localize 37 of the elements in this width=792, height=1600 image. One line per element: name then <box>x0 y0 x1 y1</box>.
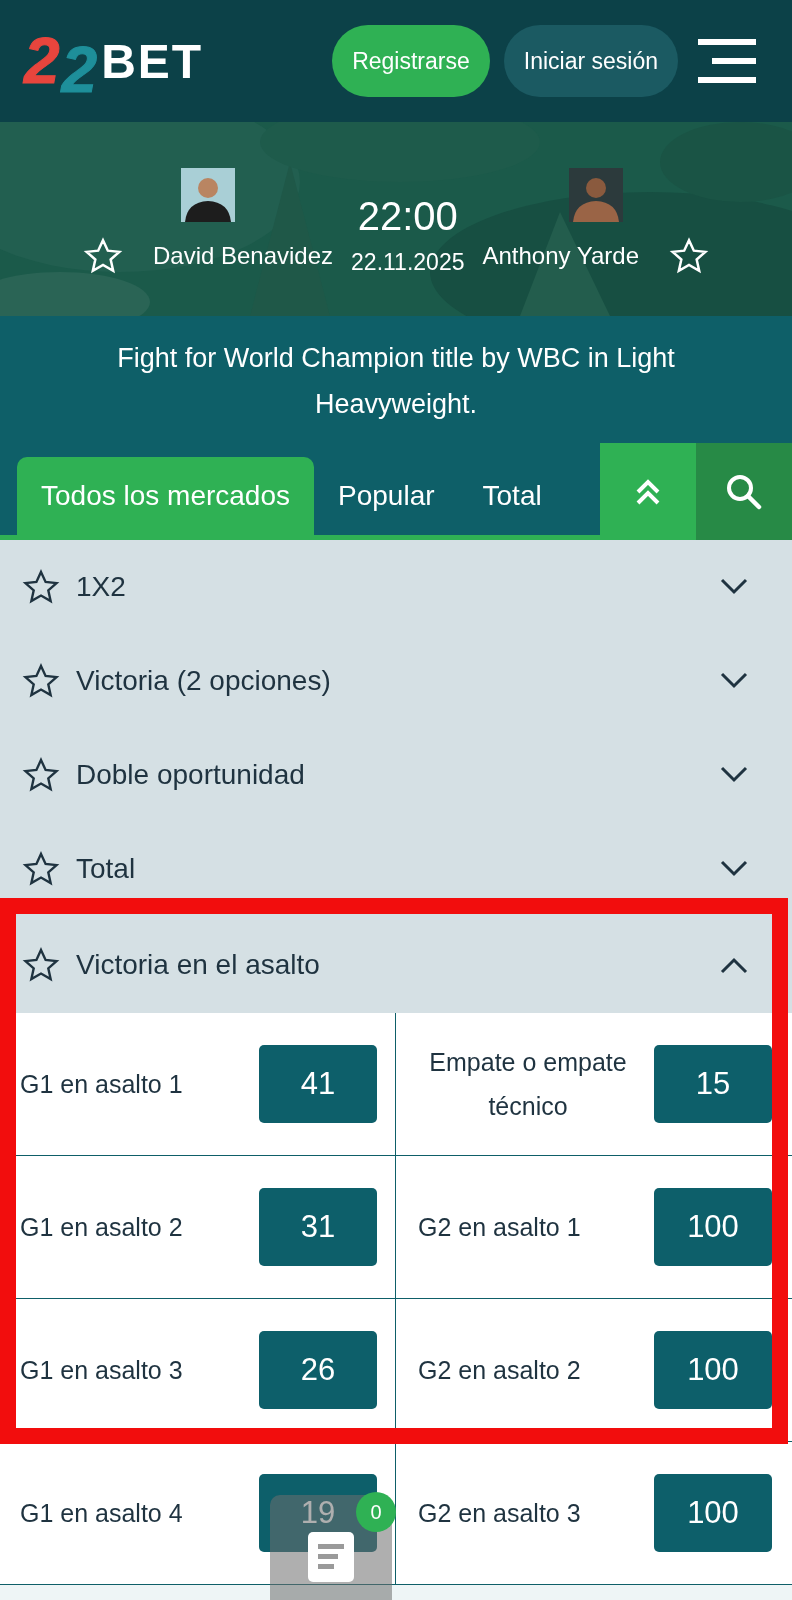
outcome-label: Empate o empate técnico <box>428 1047 628 1122</box>
market-header[interactable]: Doble oportunidad <box>0 728 792 822</box>
odds-button[interactable]: 100 <box>654 1188 772 1266</box>
market-tab[interactable]: Popular <box>314 457 459 535</box>
star-icon[interactable] <box>22 850 60 888</box>
market-tab[interactable]: Total <box>458 457 566 535</box>
outcome-label: G1 en asalto 1 <box>20 1069 183 1100</box>
odds-button[interactable]: 15 <box>654 1045 772 1123</box>
chevron-icon <box>720 766 748 784</box>
star-icon[interactable] <box>22 662 60 700</box>
outcome-label: G1 en asalto 2 <box>20 1212 183 1243</box>
odds-button[interactable]: 31 <box>259 1188 377 1266</box>
market-header[interactable]: 1X2 <box>0 540 792 634</box>
star-icon[interactable] <box>22 568 60 606</box>
chevron-icon <box>720 860 748 878</box>
bet-slip-button[interactable] <box>270 1495 392 1600</box>
outcome-label: G2 en asalto 1 <box>418 1212 581 1243</box>
chevron-icon <box>720 672 748 690</box>
market-header[interactable]: Victoria (2 opciones) <box>0 634 792 728</box>
star-icon[interactable] <box>22 945 60 984</box>
odds-button[interactable]: 100 <box>654 1331 772 1409</box>
outcome-label: G1 en asalto 4 <box>20 1498 183 1529</box>
document-icon <box>308 1532 354 1582</box>
chevron-icon <box>720 578 748 596</box>
chevron-icon <box>720 955 748 974</box>
odds-button[interactable]: 100 <box>654 1474 772 1552</box>
odds-button[interactable]: 41 <box>259 1045 377 1123</box>
menu-icon[interactable] <box>698 39 756 83</box>
outcome-label: G2 en asalto 2 <box>418 1355 581 1386</box>
event-description: Fight for World Champion title by WBC in Light Heavyweight. <box>116 341 676 421</box>
odds-button[interactable]: 26 <box>259 1331 377 1409</box>
outcome-label: G1 en asalto 3 <box>20 1355 183 1386</box>
search-button[interactable] <box>696 443 792 540</box>
star-icon[interactable] <box>22 756 60 794</box>
search-icon <box>725 472 763 511</box>
login-button[interactable]: Iniciar sesión <box>503 25 678 97</box>
outcome-label: G2 en asalto 3 <box>418 1498 581 1529</box>
